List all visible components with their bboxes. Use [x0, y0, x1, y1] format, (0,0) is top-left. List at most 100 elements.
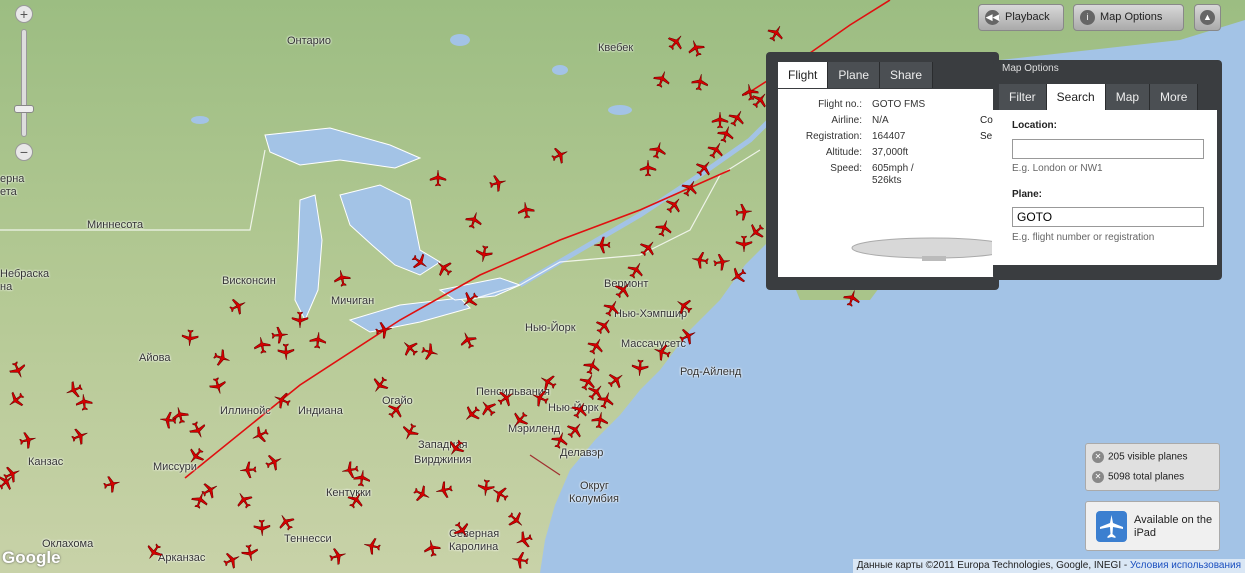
- zoom-in-button[interactable]: +: [15, 5, 33, 23]
- plane-marker-icon[interactable]: [401, 339, 419, 357]
- plane-marker-icon[interactable]: [9, 361, 27, 379]
- plane-marker-icon[interactable]: [491, 485, 509, 503]
- plane-marker-icon[interactable]: [71, 427, 89, 445]
- zoom-control[interactable]: + −: [13, 5, 35, 161]
- terms-link[interactable]: Условия использования: [1130, 560, 1241, 571]
- plane-marker-icon[interactable]: [421, 343, 439, 361]
- plane-marker-icon[interactable]: [497, 389, 515, 407]
- plane-marker-icon[interactable]: [251, 426, 269, 444]
- zoom-slider-track[interactable]: [21, 29, 27, 137]
- plane-marker-icon[interactable]: [413, 485, 431, 503]
- plane-marker-icon[interactable]: [465, 211, 483, 229]
- plane-marker-icon[interactable]: [209, 377, 227, 395]
- plane-marker-icon[interactable]: [103, 475, 121, 493]
- plane-marker-icon[interactable]: [675, 297, 693, 315]
- zoom-slider-handle[interactable]: [14, 105, 34, 113]
- plane-marker-icon[interactable]: [235, 491, 253, 509]
- plane-marker-icon[interactable]: [511, 411, 529, 429]
- plane-marker-icon[interactable]: [679, 327, 697, 345]
- map-options-button[interactable]: i Map Options: [1073, 4, 1184, 31]
- plane-marker-icon[interactable]: [691, 73, 709, 91]
- plane-marker-icon[interactable]: [423, 539, 441, 557]
- plane-marker-icon[interactable]: [515, 531, 533, 549]
- plane-marker-icon[interactable]: [631, 359, 649, 377]
- plane-marker-icon[interactable]: [595, 317, 613, 335]
- plane-marker-icon[interactable]: [191, 491, 209, 509]
- plane-marker-icon[interactable]: [271, 326, 289, 344]
- plane-marker-icon[interactable]: [411, 253, 429, 271]
- ipad-promo[interactable]: Available on the iPad: [1085, 501, 1220, 551]
- plane-marker-icon[interactable]: [213, 349, 231, 367]
- playback-button[interactable]: ◀◀ Playback: [978, 4, 1064, 31]
- zoom-out-button[interactable]: −: [15, 143, 33, 161]
- plane-marker-icon[interactable]: [551, 431, 569, 449]
- plane-marker-icon[interactable]: [667, 33, 685, 51]
- plane-marker-icon[interactable]: [309, 331, 327, 349]
- tab-map[interactable]: Map: [1105, 84, 1151, 110]
- plane-marker-icon[interactable]: [729, 267, 747, 285]
- plane-marker-icon[interactable]: [767, 24, 785, 42]
- plane-marker-icon[interactable]: [687, 39, 705, 57]
- plane-marker-icon[interactable]: [435, 259, 453, 277]
- plane-marker-icon[interactable]: [241, 544, 259, 562]
- plane-marker-icon[interactable]: [711, 111, 729, 129]
- plane-marker-icon[interactable]: [607, 371, 625, 389]
- plane-marker-icon[interactable]: [223, 551, 241, 569]
- plane-marker-icon[interactable]: [75, 393, 93, 411]
- plane-marker-icon[interactable]: [843, 289, 861, 307]
- plane-marker-icon[interactable]: [447, 439, 465, 457]
- plane-marker-icon[interactable]: [627, 261, 645, 279]
- plane-marker-icon[interactable]: [707, 141, 725, 159]
- plane-marker-icon[interactable]: [735, 203, 753, 221]
- plane-marker-icon[interactable]: [461, 291, 479, 309]
- plane-marker-icon[interactable]: [639, 159, 657, 177]
- plane-marker-icon[interactable]: [653, 343, 671, 361]
- plane-marker-icon[interactable]: [593, 236, 611, 254]
- plane-marker-icon[interactable]: [614, 281, 632, 299]
- plane-marker-icon[interactable]: [0, 473, 15, 491]
- plane-marker-icon[interactable]: [511, 551, 529, 569]
- plane-marker-icon[interactable]: [7, 391, 25, 409]
- total-planes[interactable]: ✕ 5098 total planes: [1092, 471, 1184, 483]
- plane-marker-icon[interactable]: [691, 251, 709, 269]
- plane-marker-icon[interactable]: [681, 179, 699, 197]
- tab-flight[interactable]: Flight: [778, 62, 829, 88]
- plane-marker-icon[interactable]: [747, 223, 765, 241]
- plane-marker-icon[interactable]: [189, 421, 207, 439]
- plane-marker-icon[interactable]: [507, 511, 525, 529]
- plane-marker-icon[interactable]: [655, 219, 673, 237]
- plane-marker-icon[interactable]: [371, 376, 389, 394]
- plane-marker-icon[interactable]: [639, 239, 657, 257]
- tab-plane[interactable]: Plane: [828, 62, 881, 88]
- plane-marker-icon[interactable]: [375, 321, 393, 339]
- plane-marker-icon[interactable]: [265, 453, 283, 471]
- plane-marker-icon[interactable]: [401, 423, 419, 441]
- plane-marker-icon[interactable]: [159, 411, 177, 429]
- plane-marker-icon[interactable]: [347, 491, 365, 509]
- plane-marker-icon[interactable]: [587, 337, 605, 355]
- plane-input[interactable]: [1012, 207, 1204, 227]
- plane-marker-icon[interactable]: [333, 269, 351, 287]
- plane-marker-icon[interactable]: [489, 174, 507, 192]
- plane-marker-icon[interactable]: [145, 543, 163, 561]
- plane-marker-icon[interactable]: [291, 311, 309, 329]
- visible-planes[interactable]: ✕ 205 visible planes: [1092, 451, 1188, 463]
- plane-marker-icon[interactable]: [277, 513, 295, 531]
- tab-more[interactable]: More: [1150, 84, 1199, 110]
- plane-marker-icon[interactable]: [19, 431, 37, 449]
- plane-marker-icon[interactable]: [453, 521, 471, 539]
- plane-marker-icon[interactable]: [653, 70, 671, 88]
- plane-marker-icon[interactable]: [597, 391, 615, 409]
- plane-marker-icon[interactable]: [517, 201, 535, 219]
- plane-marker-icon[interactable]: [253, 519, 271, 537]
- collapse-button[interactable]: ▲: [1194, 4, 1221, 31]
- tab-filter[interactable]: Filter: [999, 84, 1047, 110]
- plane-marker-icon[interactable]: [531, 389, 549, 407]
- plane-marker-icon[interactable]: [475, 245, 493, 263]
- plane-marker-icon[interactable]: [341, 461, 359, 479]
- plane-marker-icon[interactable]: [239, 461, 257, 479]
- plane-marker-icon[interactable]: [181, 329, 199, 347]
- plane-marker-icon[interactable]: [273, 391, 291, 409]
- location-input[interactable]: [1012, 139, 1204, 159]
- plane-marker-icon[interactable]: [277, 343, 295, 361]
